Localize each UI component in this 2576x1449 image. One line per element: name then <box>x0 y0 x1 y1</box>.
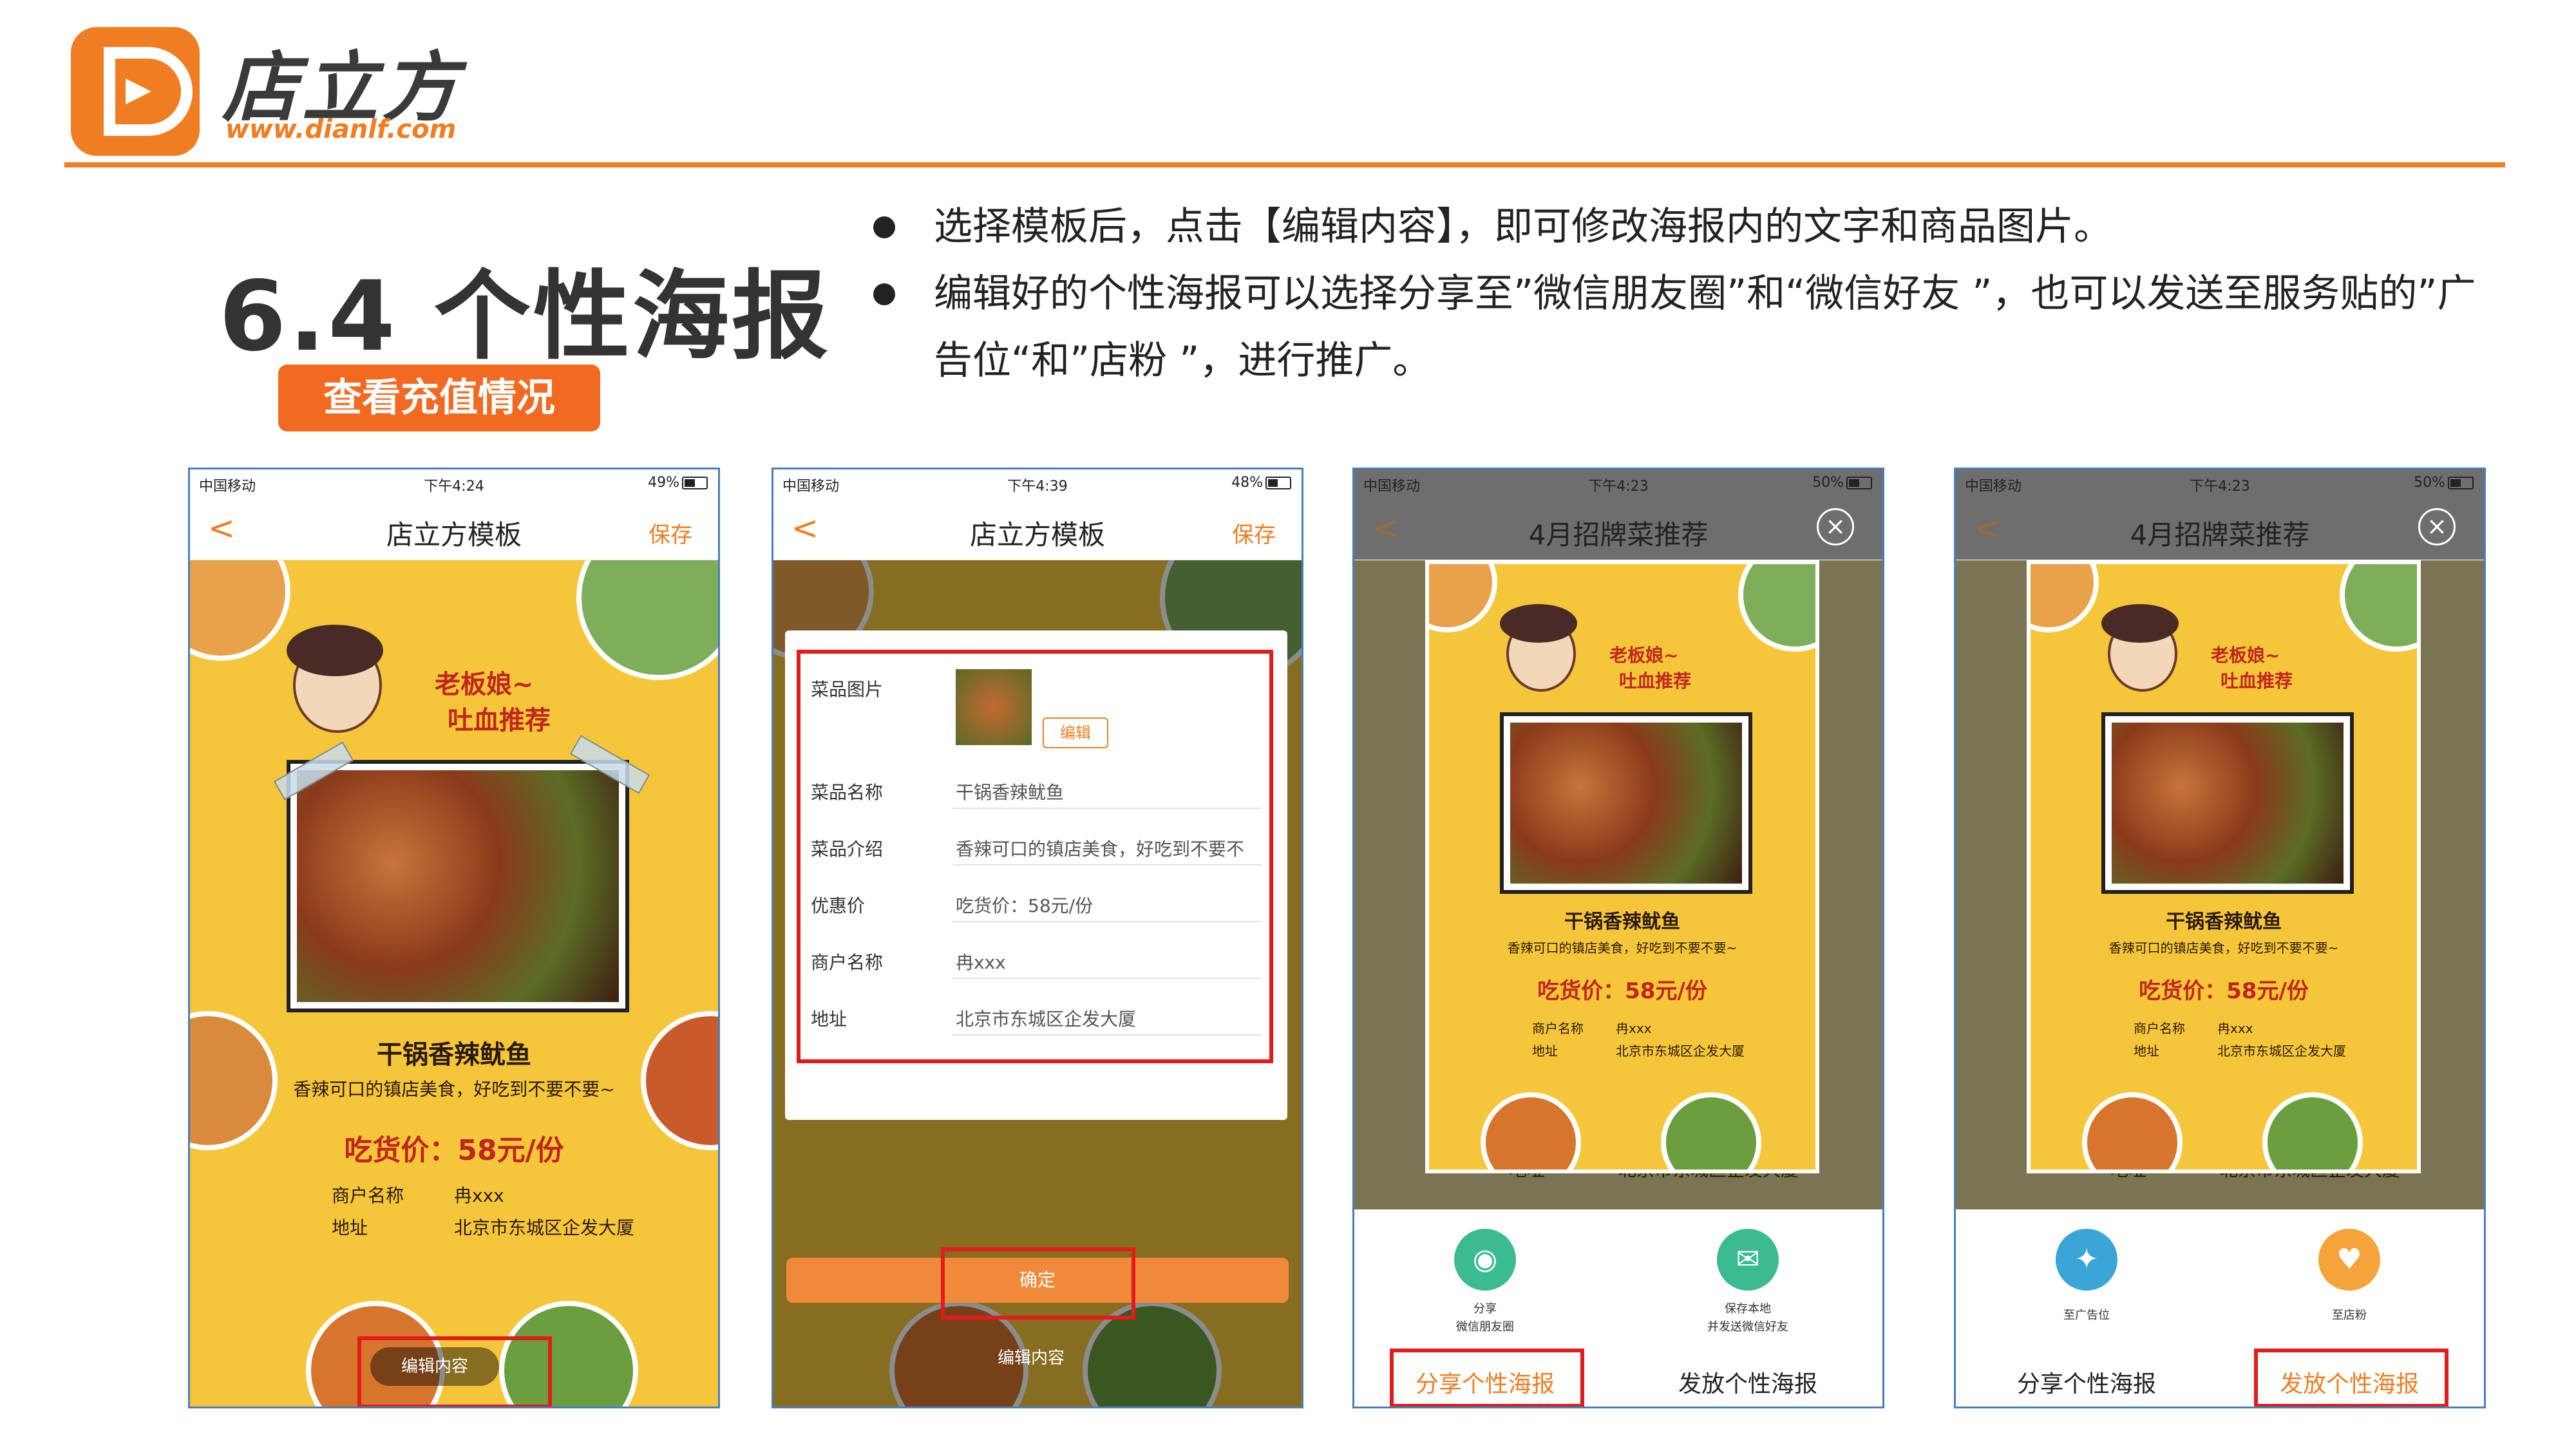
highlight-box <box>1390 1349 1584 1406</box>
bullet-dot-icon <box>873 283 895 305</box>
dish-name: 干锅香辣鱿鱼 <box>377 1040 531 1070</box>
poster-backdrop: 地址 北京市东城区企发大厦 老板娘~ 吐血推荐 干锅香辣鱿鱼 香辣可口的镇店美食… <box>1956 560 2484 1211</box>
plate-decoration <box>1429 564 1497 632</box>
poster-preview: 老板娘~ 吐血推荐 干锅香辣鱿鱼 香辣可口的镇店美食，好吃到不要不要~ 吃货价：… <box>1425 560 1819 1173</box>
brand-logo <box>71 27 200 156</box>
brand-url: www.dianlf.com <box>225 115 457 144</box>
nav-bar: < 4月招牌菜推荐 × <box>1956 495 2484 560</box>
phone-screen-edit: 中国移动 下午4:39 48% < 店立方模板 保存 编辑内容 菜品图片 编辑 … <box>772 468 1303 1408</box>
dish-photo <box>287 760 629 1012</box>
plate-decoration <box>2262 1092 2363 1170</box>
plate-decoration <box>190 560 290 661</box>
highlight-box <box>941 1247 1135 1320</box>
status-bar: 中国移动 下午4:23 50% <box>1956 469 2484 495</box>
nav-title: 店立方模板 <box>386 519 522 551</box>
bullet-item: 编辑好的个性海报可以选择分享至”微信朋友圈”和“微信好友 ”，也可以发送至服务贴… <box>863 260 2512 394</box>
dish-price: 吃货价：58元/份 <box>344 1134 564 1167</box>
plate-decoration <box>1481 1092 1581 1170</box>
poster-preview: 老板娘~ 吐血推荐 干锅香辣鱿鱼 香辣可口的镇店美食，好吃到不要不要~ 吃货价：… <box>2027 560 2421 1173</box>
header-divider <box>64 162 2505 167</box>
plate-decoration <box>576 560 718 680</box>
nav-bar: < 店立方模板 保存 <box>190 495 718 560</box>
battery-icon <box>682 477 708 489</box>
phone-screen-share: 中国移动 下午4:23 50% < 4月招牌菜推荐 × 地址 北京市东城区企发大… <box>1352 468 1884 1408</box>
status-bar: 中国移动 下午4:39 48% <box>773 469 1302 495</box>
battery-icon <box>1265 477 1291 489</box>
plate-decoration <box>2082 1092 2183 1170</box>
highlight-box <box>357 1336 552 1406</box>
mascot-hair-icon <box>1500 604 1577 643</box>
nav-title: 4月招牌菜推荐 <box>1528 519 1709 551</box>
phone-screen-distribute: 中国移动 下午4:23 50% < 4月招牌菜推荐 × 地址 北京市东城区企发大… <box>1954 468 2486 1408</box>
view-recharge-button[interactable]: 查看充值情况 <box>278 365 600 431</box>
save-button[interactable]: 保存 <box>649 517 692 549</box>
close-icon[interactable]: × <box>1817 508 1854 545</box>
nav-bar: < 店立方模板 保存 <box>773 495 1302 560</box>
moments-icon[interactable]: ◉ <box>1454 1229 1516 1291</box>
megaphone-icon[interactable]: ✦ <box>2056 1229 2117 1291</box>
dish-photo <box>1500 712 1752 894</box>
dish-desc: 香辣可口的镇店美食，好吃到不要不要~ <box>293 1079 615 1100</box>
edit-dialog: 菜品图片 编辑 菜品名称 干锅香辣鱿鱼 菜品介绍 香辣可口的镇店美食，好吃到不要… <box>785 630 1287 1120</box>
tab-share-poster[interactable]: 分享个性海报 <box>1990 1365 2183 1399</box>
edit-content-button: 编辑内容 <box>997 1349 1065 1368</box>
mascot-hair-icon <box>287 625 383 676</box>
tab-distribute-poster[interactable]: 发放个性海报 <box>1651 1365 1844 1399</box>
instruction-list: 选择模板后，点击【编辑内容】，即可修改海报内的文字和商品图片。 编辑好的个性海报… <box>863 193 2512 394</box>
highlight-box <box>2254 1349 2448 1406</box>
close-icon[interactable]: × <box>2418 508 2456 545</box>
plate-decoration <box>1738 564 1815 652</box>
nav-bar: < 4月招牌菜推荐 × <box>1354 495 1882 560</box>
phone-screen-template: 中国移动 下午4:24 49% < 店立方模板 保存 老板娘~ 吐血推荐 干锅香… <box>188 468 720 1408</box>
share-panel: ◉ 分享 微信朋友圈 ✉ 保存本地 并发送微信好友 分享个性海报 发放个性海报 <box>1354 1209 1882 1406</box>
save-button[interactable]: 保存 <box>1232 517 1276 549</box>
bullet-dot-icon <box>873 216 895 238</box>
status-bar: 中国移动 下午4:23 50% <box>1354 469 1882 495</box>
share-panel: ✦ 至广告位 ♥ 至店粉 分享个性海报 发放个性海报 <box>1956 1209 2484 1406</box>
bullet-item: 选择模板后，点击【编辑内容】，即可修改海报内的文字和商品图片。 <box>863 193 2512 260</box>
battery-icon <box>1846 477 1872 489</box>
plate-decoration <box>2340 564 2417 652</box>
nav-title: 4月招牌菜推荐 <box>2130 519 2310 551</box>
battery-icon <box>2448 477 2474 489</box>
highlight-box <box>797 650 1273 1063</box>
section-title: 6.4 个性海报 <box>219 261 831 373</box>
poster-backdrop: 地址 北京市东城区企发大厦 老板娘~ 吐血推荐 干锅香辣鱿鱼 香辣可口的镇店美食… <box>1354 560 1882 1211</box>
mascot-hair-icon <box>2101 604 2179 643</box>
poster-preview: 老板娘~ 吐血推荐 干锅香辣鱿鱼 香辣可口的镇店美食，好吃到不要不要~ 吃货价：… <box>190 560 718 1406</box>
nav-title: 店立方模板 <box>969 519 1105 551</box>
dish-photo <box>2101 712 2354 894</box>
status-bar: 中国移动 下午4:24 49% <box>190 469 718 495</box>
wechat-icon[interactable]: ✉ <box>1717 1229 1779 1291</box>
plate-decoration <box>2031 564 2099 632</box>
fan-user-icon[interactable]: ♥ <box>2318 1229 2380 1291</box>
plate-decoration <box>1661 1092 1761 1170</box>
